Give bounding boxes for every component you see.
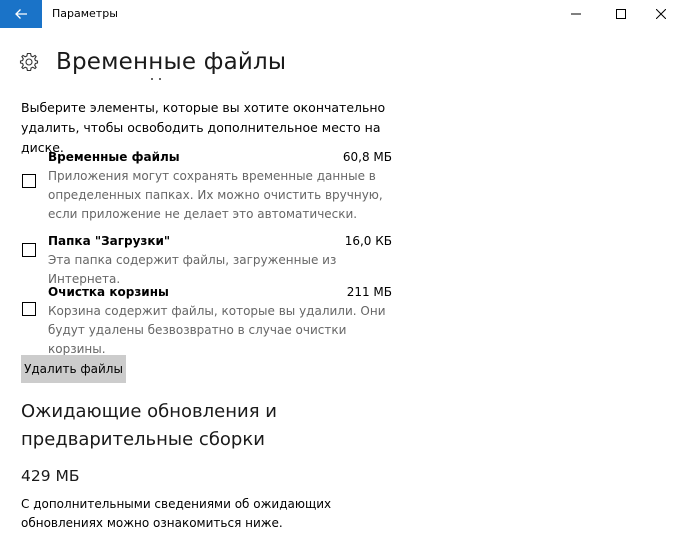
item-name: Очистка корзины bbox=[48, 285, 169, 299]
page-title: Временные файлы bbox=[56, 49, 287, 75]
item-description: Корзина содержит файлы, которые вы удали… bbox=[48, 304, 386, 356]
list-item[interactable]: Очистка корзины 211 МБ Корзина содержит … bbox=[21, 285, 401, 356]
minimize-button[interactable] bbox=[559, 0, 593, 28]
pending-updates-title: Ожидающие обновления и предварительные с… bbox=[21, 401, 277, 450]
item-name: Временные файлы bbox=[48, 150, 180, 164]
maximize-button[interactable] bbox=[604, 0, 638, 28]
item-description: Эта папка содержит файлы, загруженные из… bbox=[48, 253, 337, 286]
minimize-icon bbox=[571, 13, 581, 15]
back-button[interactable] bbox=[0, 0, 42, 28]
list-item[interactable]: Временные файлы 60,8 МБ Приложения могут… bbox=[21, 150, 401, 221]
pending-updates-description: С дополнительными сведениями об ожидающи… bbox=[21, 497, 332, 530]
item-size: 211 МБ bbox=[346, 285, 392, 299]
list-item[interactable]: Папка "Загрузки" 16,0 КБ Эта папка содер… bbox=[21, 234, 401, 286]
item-description: Приложения могут сохранять временные дан… bbox=[48, 169, 383, 221]
pending-updates-size: 429 МБ bbox=[21, 467, 80, 485]
delete-files-button[interactable]: Удалить файлы bbox=[21, 355, 126, 383]
close-button[interactable] bbox=[644, 0, 678, 28]
item-size: 60,8 МБ bbox=[342, 150, 392, 164]
temp-files-checkbox[interactable] bbox=[22, 174, 36, 188]
recycle-bin-checkbox[interactable] bbox=[22, 302, 36, 316]
gear-icon bbox=[18, 51, 40, 73]
page-header: Временные файлы bbox=[18, 46, 286, 78]
maximize-icon bbox=[616, 9, 626, 19]
scroll-indicator bbox=[151, 78, 161, 80]
close-icon bbox=[656, 9, 666, 19]
title-bar: Параметры bbox=[0, 0, 680, 28]
arrow-left-icon bbox=[15, 9, 27, 19]
app-title: Параметры bbox=[52, 7, 118, 20]
downloads-checkbox[interactable] bbox=[22, 243, 36, 257]
item-size: 16,0 КБ bbox=[344, 234, 392, 248]
item-name: Папка "Загрузки" bbox=[48, 234, 171, 248]
intro-text: Выберите элементы, которые вы хотите око… bbox=[21, 100, 386, 155]
